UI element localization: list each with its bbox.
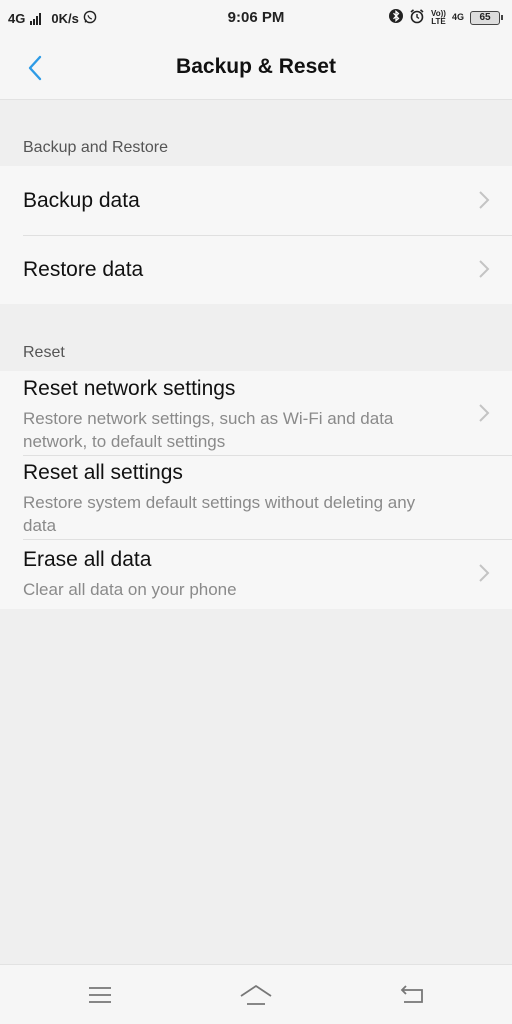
chevron-right-icon xyxy=(479,404,490,422)
app-header: Backup & Reset xyxy=(0,36,512,100)
reset-all-settings-label: Reset all settings xyxy=(23,461,183,484)
section-label-reset: Reset xyxy=(23,344,65,361)
home-icon xyxy=(240,985,272,1005)
alarm-icon xyxy=(409,8,425,27)
network-right: 4G xyxy=(451,12,464,22)
navigation-bar xyxy=(0,964,512,1024)
bluetooth-icon xyxy=(389,8,404,27)
menu-button[interactable] xyxy=(83,981,117,1009)
reset-network-settings-item[interactable]: Reset network settings Restore network s… xyxy=(0,371,512,455)
status-right: Vo)) LTE 4G 65 xyxy=(389,8,503,27)
chevron-right-icon xyxy=(479,260,490,278)
backup-data-label: Backup data xyxy=(23,189,140,212)
battery-icon: 65 xyxy=(470,10,503,25)
volte-indicator: Vo)) LTE xyxy=(431,8,446,26)
reset-network-settings-subtitle: Restore network settings, such as Wi-Fi … xyxy=(23,409,394,451)
backup-restore-group: Backup data Restore data xyxy=(0,166,512,304)
erase-all-data-label: Erase all data xyxy=(23,548,152,571)
home-button[interactable] xyxy=(239,981,273,1009)
back-nav-button[interactable] xyxy=(395,981,429,1009)
chevron-right-icon xyxy=(479,191,490,209)
reset-group: Reset network settings Restore network s… xyxy=(0,371,512,609)
battery-level: 65 xyxy=(479,11,491,23)
erase-all-data-subtitle: Clear all data on your phone xyxy=(23,580,237,599)
restore-data-item[interactable]: Restore data xyxy=(0,235,512,304)
section-label-backup-restore: Backup and Restore xyxy=(23,139,168,156)
menu-icon xyxy=(89,987,111,1003)
back-icon xyxy=(400,985,423,1003)
restore-data-label: Restore data xyxy=(23,258,144,281)
erase-all-data-item[interactable]: Erase all data Clear all data on your ph… xyxy=(0,539,512,609)
reset-all-settings-subtitle: Restore system default settings without … xyxy=(23,493,416,535)
reset-network-settings-label: Reset network settings xyxy=(23,377,236,400)
chevron-right-icon xyxy=(479,564,490,582)
backup-data-item[interactable]: Backup data xyxy=(0,166,512,235)
page-title: Backup & Reset xyxy=(176,55,336,78)
reset-all-settings-item[interactable]: Reset all settings Restore system defaul… xyxy=(0,455,512,539)
status-bar: 4G 0K/s 9:06 PM Vo)) LTE 4G 65 xyxy=(0,0,512,36)
